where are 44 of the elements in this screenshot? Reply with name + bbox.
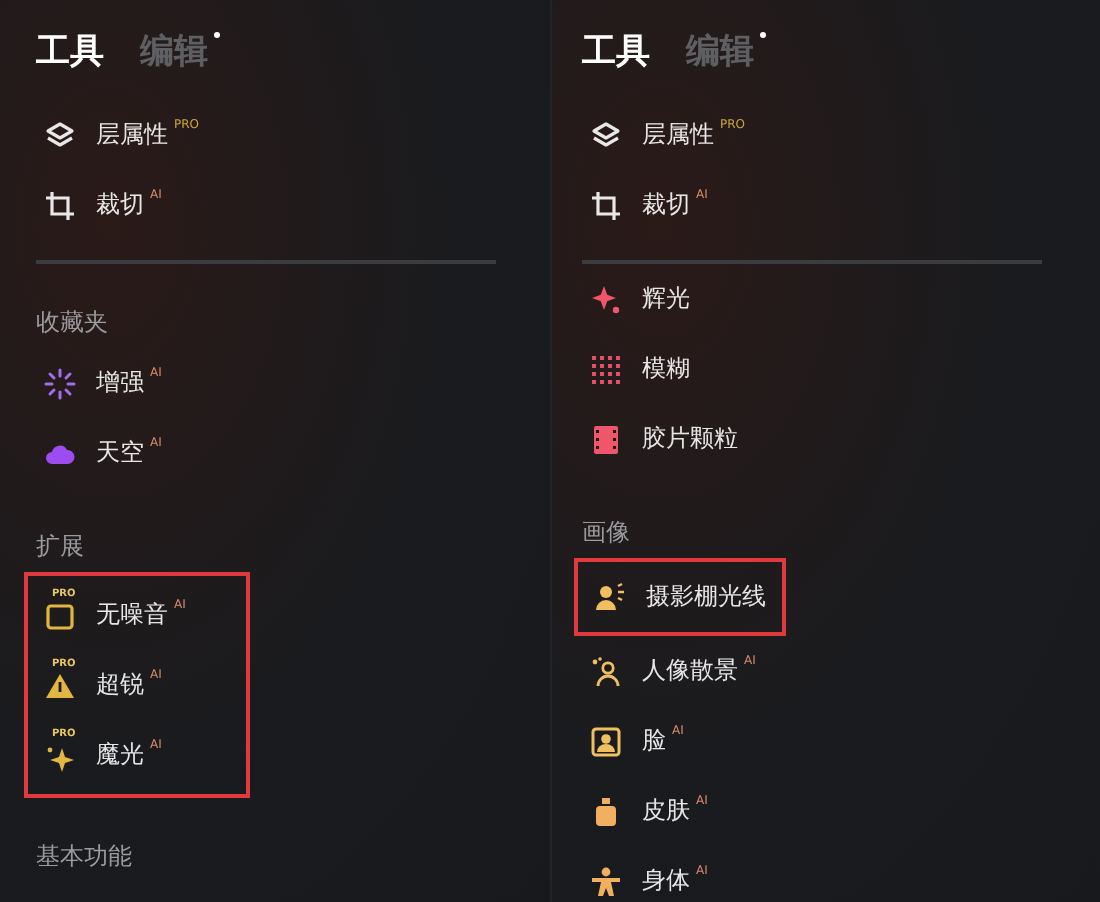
item-label: 裁切 — [642, 188, 690, 222]
sparkle-icon — [590, 283, 622, 315]
item-label: 胶片颗粒 — [642, 422, 738, 456]
crop-icon — [590, 189, 622, 221]
panel-tab[interactable]: 工具 — [582, 27, 662, 73]
section-title: 画像 — [582, 516, 632, 550]
notification-dot — [214, 31, 220, 37]
item-label: 裁切 — [96, 188, 144, 222]
panel-tab[interactable]: 工具 — [36, 27, 116, 73]
layers-icon — [590, 119, 622, 151]
dot-grid-icon — [590, 353, 622, 385]
crop-icon — [44, 189, 76, 221]
figure-icon — [590, 865, 622, 897]
item-label: 摄影棚光线 — [646, 580, 766, 614]
bottle-icon — [590, 795, 622, 827]
frame-icon — [44, 599, 76, 631]
sparkle-icon — [44, 367, 76, 399]
item-label: 辉光 — [642, 282, 690, 316]
person-outline-icon — [590, 655, 622, 687]
section-title: 扩展 — [36, 530, 86, 564]
tool-item[interactable]: 模糊 — [582, 334, 706, 404]
notification-dot — [760, 31, 766, 37]
item-label: 脸 — [642, 724, 666, 758]
item-label: 增强 — [96, 366, 144, 400]
warning-icon — [44, 669, 76, 701]
tool-item[interactable]: 摄影棚光线 — [586, 562, 782, 632]
item-label: 层属性 — [642, 118, 714, 152]
tool-item[interactable]: 胶片颗粒 — [582, 404, 754, 474]
film-icon — [590, 423, 622, 455]
item-label: 人像散景 — [642, 654, 738, 688]
person-light-icon — [594, 581, 626, 613]
item-label: 皮肤 — [642, 794, 690, 828]
layers-icon — [44, 119, 76, 151]
item-label: 无噪音 — [96, 598, 168, 632]
tool-item[interactable]: 辉光 — [582, 264, 706, 334]
item-label: 模糊 — [642, 352, 690, 386]
section-title: 收藏夹 — [36, 306, 110, 340]
section-title: 基本功能 — [36, 840, 134, 874]
item-label: 天空 — [96, 436, 144, 470]
item-label: 层属性 — [96, 118, 168, 152]
item-label: 身体 — [642, 864, 690, 898]
item-label: 魔光 — [96, 738, 144, 772]
portrait-icon — [590, 725, 622, 757]
item-label: 超锐 — [96, 668, 144, 702]
